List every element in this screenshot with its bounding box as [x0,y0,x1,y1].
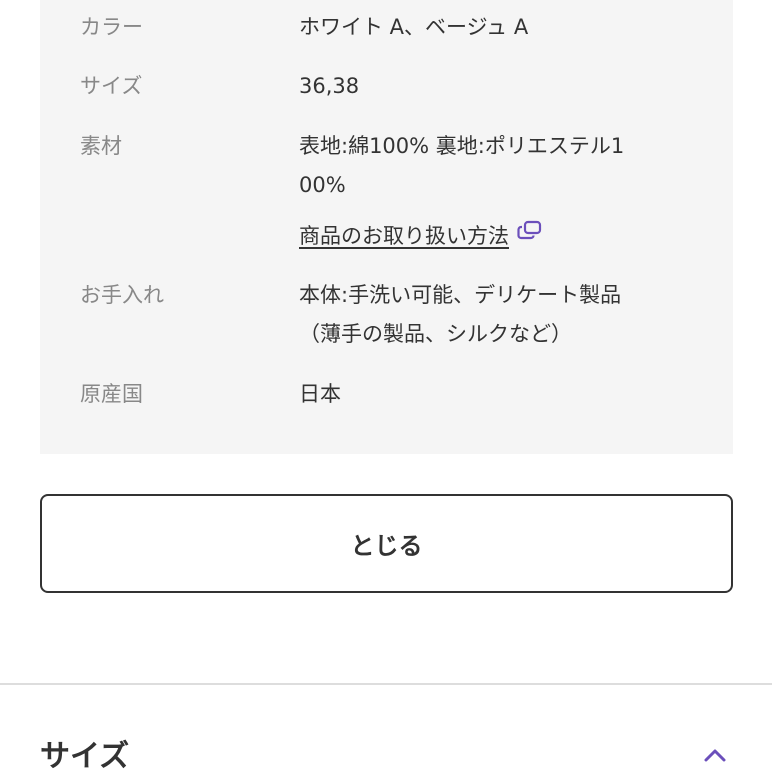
care-link-label: 商品のお取り扱い方法 [299,224,509,248]
section-divider [0,683,772,685]
product-spec-table: カラー ホワイト A、ベージュ A サイズ 36,38 素材 表地:綿100% … [40,0,733,454]
spec-label: 素材 [80,134,122,158]
chevron-up-icon[interactable] [700,745,730,767]
spec-value: ホワイト A、ベージュ A [299,15,529,39]
spec-value-line: （薄手の製品、シルクなど） [299,322,572,346]
spec-label: 原産国 [80,382,143,406]
spec-value-line: 表地:綿100% 裏地:ポリエステル1 [299,134,625,158]
care-instructions-link[interactable]: 商品のお取り扱い方法 [299,220,543,252]
spec-value-line: 本体:手洗い可能、デリケート製品 [299,283,622,307]
spec-value: 36,38 [299,74,360,98]
spec-value: 日本 [299,382,341,406]
external-link-icon [517,220,543,250]
close-button-label: とじる [350,532,423,560]
size-section-title: サイズ [40,739,130,774]
close-button[interactable]: とじる [40,494,733,593]
spec-value-line: 00% [299,173,346,197]
spec-label: お手入れ [80,283,164,307]
spec-label: カラー [80,15,143,39]
spec-label: サイズ [80,74,143,98]
